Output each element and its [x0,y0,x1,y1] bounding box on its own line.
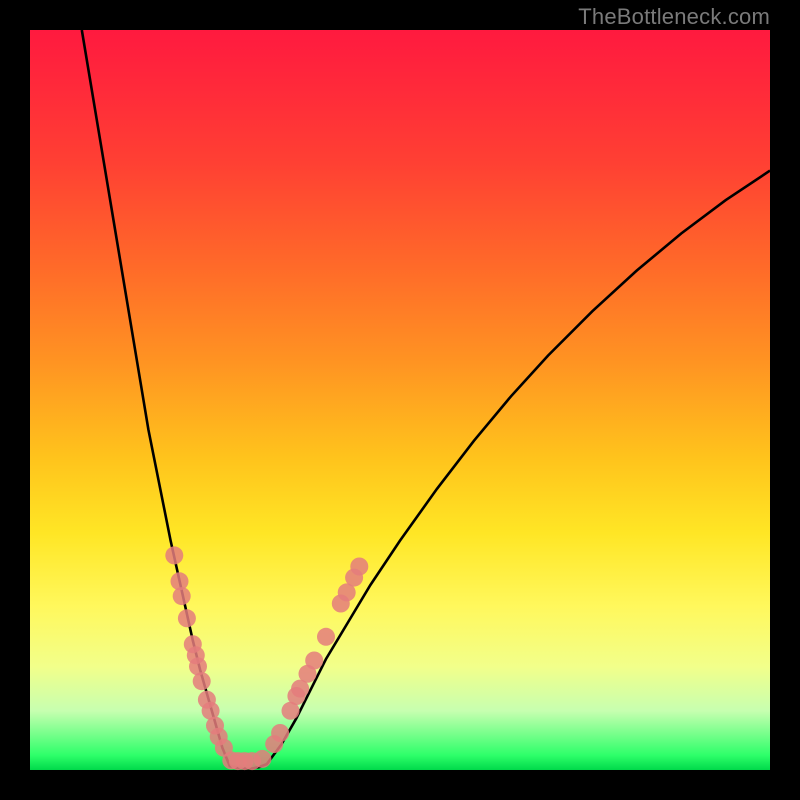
data-dot [173,587,191,605]
data-dot [253,750,271,768]
data-dot [165,546,183,564]
data-dot [271,724,289,742]
data-dot [350,558,368,576]
chart-stage: TheBottleneck.com [0,0,800,800]
data-dot [193,672,211,690]
curve-layer [0,0,800,800]
data-dot [305,652,323,670]
dots-group [165,546,368,770]
data-dot [178,609,196,627]
bottleneck-curve [82,30,770,769]
data-dot [317,628,335,646]
